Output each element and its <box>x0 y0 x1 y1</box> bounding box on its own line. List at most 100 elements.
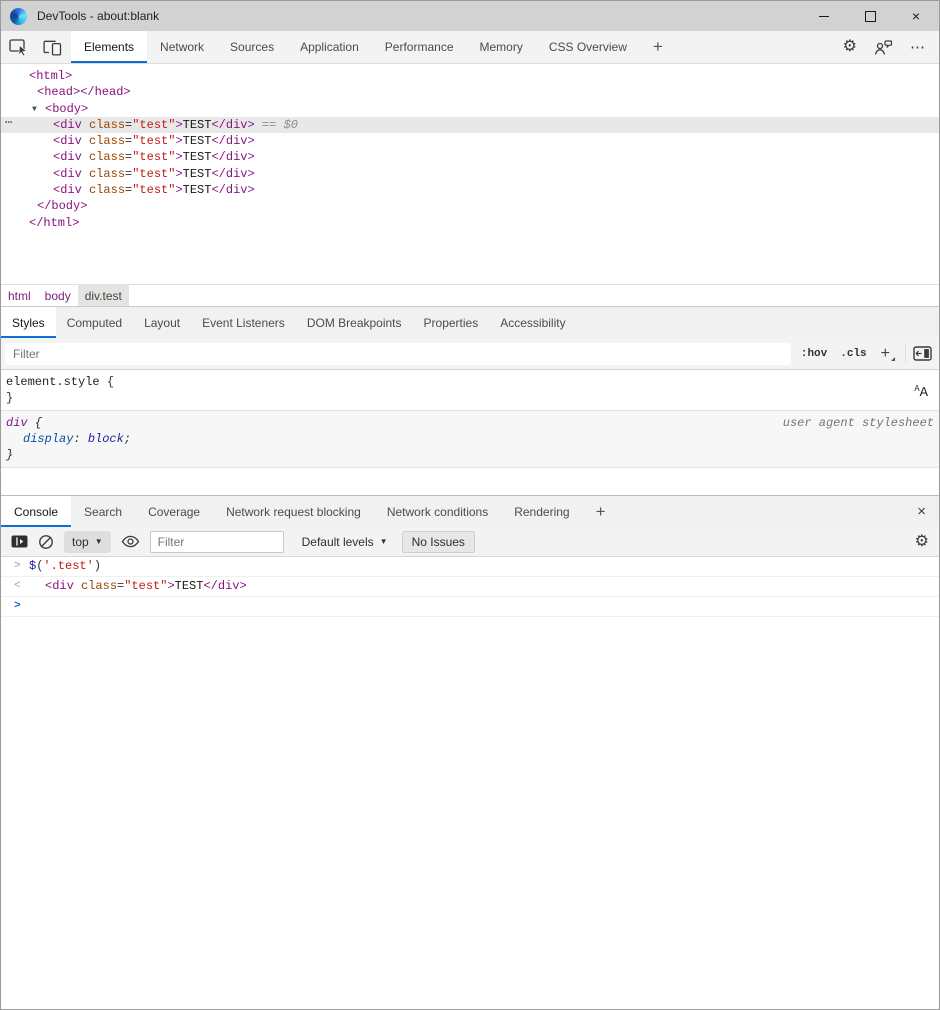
styles-pane-tabs: StylesComputedLayoutEvent ListenersDOM B… <box>1 307 939 338</box>
console-settings-icon[interactable]: ⚙ <box>915 534 929 550</box>
add-drawer-tab-button[interactable]: + <box>583 496 619 527</box>
syntax-token: <html> <box>29 69 72 83</box>
chevron-down-icon: ▼ <box>380 537 388 546</box>
styles-tab-computed[interactable]: Computed <box>56 307 133 338</box>
styles-tab-layout[interactable]: Layout <box>133 307 191 338</box>
drawer-tab-search[interactable]: Search <box>71 496 135 527</box>
css-rule[interactable]: element.style {} <box>1 370 939 411</box>
syntax-token: "test" <box>132 167 175 181</box>
panel-tab-elements[interactable]: Elements <box>71 31 147 63</box>
styles-filter-input[interactable] <box>5 343 791 365</box>
styles-tab-accessibility[interactable]: Accessibility <box>489 307 576 338</box>
more-tools-button[interactable]: + <box>640 31 676 63</box>
syntax-token: <div <box>45 579 81 593</box>
dom-tree-row[interactable]: </html> <box>1 215 939 231</box>
console-sidebar-toggle-icon[interactable] <box>11 535 28 548</box>
drawer-tab-network-conditions[interactable]: Network conditions <box>374 496 501 527</box>
close-drawer-button[interactable]: × <box>904 496 939 527</box>
window-title: DevTools - about:blank <box>37 9 159 23</box>
styles-filter-toolbar: :hov .cls + <box>1 338 939 370</box>
issues-badge[interactable]: No Issues <box>402 531 475 553</box>
log-levels-dropdown[interactable]: Default levels ▼ <box>302 535 388 549</box>
syntax-token: > <box>175 134 182 148</box>
font-editor-icon[interactable]: AA <box>914 384 928 401</box>
breadcrumb-item-html[interactable]: html <box>1 285 38 306</box>
breadcrumb-item-body[interactable]: body <box>38 285 78 306</box>
styles-content-panel: element.style {}div {user agent styleshe… <box>1 370 939 495</box>
drawer-tabs: ConsoleSearchCoverageNetwork request blo… <box>1 496 939 527</box>
syntax-token: "test" <box>132 183 175 197</box>
syntax-token: > <box>175 150 182 164</box>
console-prompt-row[interactable]: > <box>1 597 939 617</box>
element-classes-button[interactable]: .cls <box>837 346 869 362</box>
panel-tab-sources[interactable]: Sources <box>217 31 287 63</box>
syntax-token: > <box>167 579 174 593</box>
close-icon: × <box>912 9 920 23</box>
console-chevron-icon: < <box>14 580 21 593</box>
styles-tab-event-listeners[interactable]: Event Listeners <box>191 307 296 338</box>
syntax-token: "test" <box>132 134 175 148</box>
chevron-down-icon: ▼ <box>95 537 103 546</box>
breadcrumb-item-div-test[interactable]: div.test <box>78 285 129 306</box>
dom-tree-row[interactable]: <div class="test">TEST</div> <box>1 149 939 165</box>
css-rule[interactable]: div {user agent stylesheetdisplay: block… <box>1 411 939 468</box>
console-filter-input[interactable] <box>150 531 284 553</box>
syntax-token: class <box>89 150 125 164</box>
panel-tab-memory[interactable]: Memory <box>467 31 536 63</box>
close-button[interactable]: × <box>893 1 939 31</box>
settings-icon[interactable]: ⚙ <box>843 39 857 55</box>
syntax-token: "test" <box>132 118 175 132</box>
execution-context-selector[interactable]: top ▼ <box>64 531 111 553</box>
syntax-token: </body> <box>37 199 87 213</box>
styles-tab-styles[interactable]: Styles <box>1 307 56 338</box>
live-expression-eye-icon[interactable] <box>121 535 140 548</box>
drawer-tab-console[interactable]: Console <box>1 496 71 527</box>
dom-tree-row[interactable]: <div class="test">TEST</div> <box>1 166 939 182</box>
computed-sidebar-toggle-icon[interactable] <box>913 346 932 361</box>
dom-tree-row[interactable]: </body> <box>1 198 939 214</box>
syntax-token: class <box>89 134 125 148</box>
syntax-token: "test" <box>132 150 175 164</box>
dom-tree-row[interactable]: <div class="test">TEST</div> <box>1 133 939 149</box>
pseudo-state-button[interactable]: :hov <box>798 346 830 362</box>
node-overflow-dots[interactable]: ⋯ <box>5 115 12 131</box>
syntax-token: TEST <box>175 579 204 593</box>
syntax-token: TEST <box>183 167 212 181</box>
more-options-icon[interactable]: ⋯ <box>910 40 926 55</box>
dom-tree-row[interactable]: ▼ <body> <box>1 101 939 117</box>
panel-tab-css-overview[interactable]: CSS Overview <box>536 31 640 63</box>
drawer-tab-network-request-blocking[interactable]: Network request blocking <box>213 496 374 527</box>
syntax-token: </html> <box>29 216 79 230</box>
drawer-tab-coverage[interactable]: Coverage <box>135 496 213 527</box>
syntax-token: <body> <box>45 102 88 116</box>
dom-tree-row[interactable]: ⋯<div class="test">TEST</div> == $0 <box>1 117 939 133</box>
dom-tree-row[interactable]: <div class="test">TEST</div> <box>1 182 939 198</box>
css-property[interactable]: display: block; <box>6 431 939 447</box>
inspect-element-icon[interactable] <box>8 36 30 58</box>
syntax-token: </div> <box>211 118 254 132</box>
maximize-button[interactable] <box>847 1 893 31</box>
syntax-token: <div <box>53 183 89 197</box>
device-toolbar-icon[interactable] <box>41 36 63 58</box>
feedback-icon[interactable] <box>874 39 893 56</box>
drawer-tab-rendering[interactable]: Rendering <box>501 496 582 527</box>
clear-console-icon[interactable] <box>38 534 54 550</box>
minimize-button[interactable] <box>801 1 847 31</box>
dropdown-corner-icon <box>891 357 895 361</box>
elements-tree-panel: <html><head></head>▼<body>⋯<div class="t… <box>1 64 939 284</box>
panel-tab-application[interactable]: Application <box>287 31 372 63</box>
title-bar: DevTools - about:blank × <box>1 1 939 31</box>
styles-tab-dom-breakpoints[interactable]: DOM Breakpoints <box>296 307 413 338</box>
syntax-token: </div> <box>211 150 254 164</box>
console-chevron-icon: > <box>14 600 21 613</box>
styles-tab-properties[interactable]: Properties <box>413 307 490 338</box>
syntax-token: </div> <box>211 183 254 197</box>
dom-tree-row[interactable]: <html> <box>1 68 939 84</box>
dom-tree-row[interactable]: <head></head> <box>1 84 939 100</box>
main-toolbar: ElementsNetworkSourcesApplicationPerform… <box>1 31 939 64</box>
panel-tab-network[interactable]: Network <box>147 31 217 63</box>
panel-tab-performance[interactable]: Performance <box>372 31 467 63</box>
new-style-rule-button[interactable]: + <box>877 345 898 363</box>
syntax-token: <div <box>53 150 89 164</box>
expand-arrow-icon[interactable]: ▼ <box>32 102 37 118</box>
